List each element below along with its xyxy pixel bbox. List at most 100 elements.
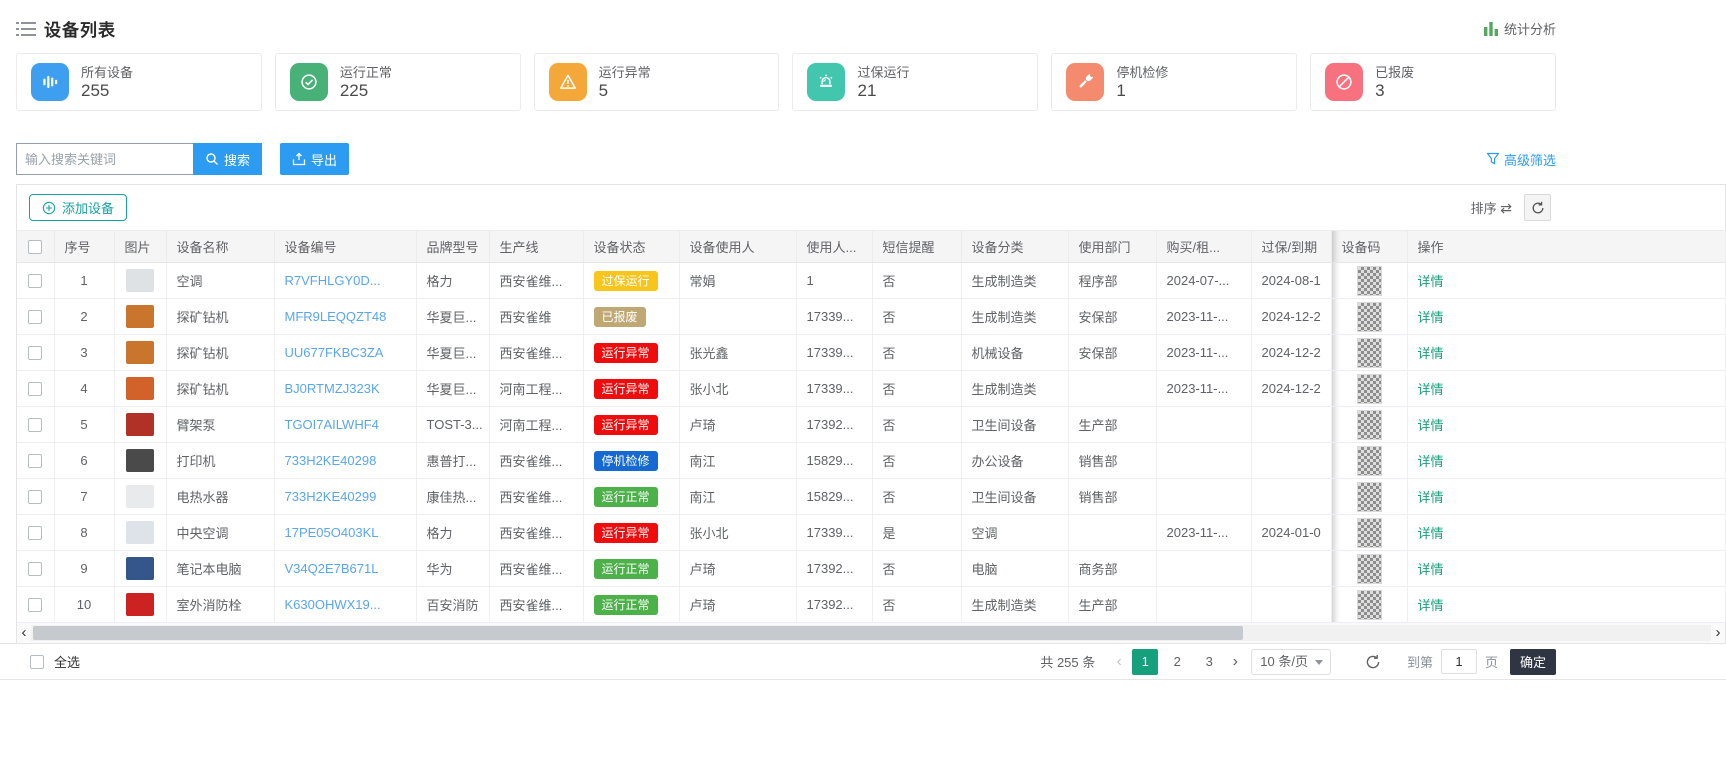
column-header: 设备编号 bbox=[274, 231, 416, 263]
row-checkbox[interactable] bbox=[28, 598, 42, 612]
using-department: 销售部 bbox=[1068, 479, 1156, 515]
purchase-date: 2023-11-... bbox=[1156, 299, 1251, 335]
export-button[interactable]: 导出 bbox=[280, 143, 349, 175]
equipment-thumbnail[interactable] bbox=[126, 449, 154, 472]
detail-link[interactable]: 详情 bbox=[1418, 310, 1444, 325]
detail-link[interactable]: 详情 bbox=[1418, 418, 1444, 433]
detail-link[interactable]: 详情 bbox=[1418, 490, 1444, 505]
equipment-thumbnail[interactable] bbox=[126, 269, 154, 292]
scroll-right-arrow[interactable]: › bbox=[1711, 624, 1725, 642]
device-qr-code[interactable] bbox=[1357, 446, 1382, 476]
equipment-code-link[interactable]: 17PE05O403KL bbox=[285, 525, 379, 540]
stat-card-maintenance[interactable]: 停机检修 1 bbox=[1051, 53, 1297, 111]
page-size-select[interactable]: 10 条/页 bbox=[1251, 649, 1331, 675]
equipment-code-link[interactable]: 733H2KE40299 bbox=[285, 489, 377, 504]
stat-card-all[interactable]: 所有设备 255 bbox=[16, 53, 262, 111]
detail-link[interactable]: 详情 bbox=[1418, 562, 1444, 577]
scroll-left-arrow[interactable]: ‹ bbox=[17, 624, 31, 642]
page-button-2[interactable]: 2 bbox=[1164, 649, 1190, 675]
equipment-thumbnail[interactable] bbox=[126, 557, 154, 580]
sort-label: 排序 bbox=[1471, 201, 1497, 216]
detail-link[interactable]: 详情 bbox=[1418, 598, 1444, 613]
stat-card-normal[interactable]: 运行正常 225 bbox=[275, 53, 521, 111]
equipment-code-link[interactable]: MFR9LEQQZT48 bbox=[285, 309, 387, 324]
row-checkbox[interactable] bbox=[28, 562, 42, 576]
row-checkbox[interactable] bbox=[28, 346, 42, 360]
detail-link[interactable]: 详情 bbox=[1418, 454, 1444, 469]
equipment-thumbnail[interactable] bbox=[126, 413, 154, 436]
equipment-thumbnail[interactable] bbox=[126, 341, 154, 364]
pager-refresh-button[interactable] bbox=[1365, 654, 1381, 670]
stat-card-warranty[interactable]: 过保运行 21 bbox=[792, 53, 1038, 111]
row-index: 8 bbox=[54, 515, 114, 551]
row-checkbox[interactable] bbox=[28, 526, 42, 540]
equipment-code-link[interactable]: TGOI7AILWHF4 bbox=[285, 417, 379, 432]
equipment-code-link[interactable]: UU677FKBC3ZA bbox=[285, 345, 384, 360]
stat-cards: 所有设备 255 运行正常 225 运行异常 5 过保运行 21 bbox=[16, 53, 1556, 111]
device-qr-code[interactable] bbox=[1357, 554, 1382, 584]
confirm-button[interactable]: 确定 bbox=[1510, 649, 1556, 675]
device-qr-code[interactable] bbox=[1357, 338, 1382, 368]
row-index: 6 bbox=[54, 443, 114, 479]
panel-toolbar: 添加设备 排序 ⇄ bbox=[17, 185, 1725, 230]
detail-link[interactable]: 详情 bbox=[1418, 526, 1444, 541]
equipment-code-link[interactable]: K630OHWX19... bbox=[285, 597, 381, 612]
stat-value: 225 bbox=[340, 81, 392, 100]
stat-card-abnormal[interactable]: 运行异常 5 bbox=[534, 53, 780, 111]
device-qr-code[interactable] bbox=[1357, 302, 1382, 332]
column-header: 使用部门 bbox=[1068, 231, 1156, 263]
device-qr-code[interactable] bbox=[1357, 266, 1382, 296]
device-qr-code[interactable] bbox=[1357, 374, 1382, 404]
select-all-checkbox[interactable] bbox=[30, 655, 44, 669]
stats-analysis-link[interactable]: 统计分析 bbox=[1484, 19, 1556, 38]
device-qr-code[interactable] bbox=[1357, 518, 1382, 548]
scrollbar-track[interactable] bbox=[31, 625, 1711, 641]
table-row: 7 电热水器 733H2KE40299 康佳热... 西安雀维... 运行正常 … bbox=[17, 479, 1725, 515]
goto-page-input[interactable] bbox=[1441, 649, 1477, 674]
detail-link[interactable]: 详情 bbox=[1418, 382, 1444, 397]
scrollbar-thumb[interactable] bbox=[33, 626, 1243, 640]
equipment-thumbnail[interactable] bbox=[126, 377, 154, 400]
column-header: 设备分类 bbox=[961, 231, 1068, 263]
equipment-thumbnail[interactable] bbox=[126, 485, 154, 508]
detail-link[interactable]: 详情 bbox=[1418, 274, 1444, 289]
advanced-filter-link[interactable]: 高级筛选 bbox=[1486, 150, 1556, 169]
table-refresh-button[interactable] bbox=[1524, 194, 1551, 221]
stat-value: 1 bbox=[1116, 81, 1168, 100]
add-equipment-button[interactable]: 添加设备 bbox=[29, 194, 127, 221]
device-qr-code[interactable] bbox=[1357, 410, 1382, 440]
row-checkbox[interactable] bbox=[28, 382, 42, 396]
sort-control[interactable]: 排序 ⇄ bbox=[1471, 198, 1512, 217]
stat-card-scrapped[interactable]: 已报废 3 bbox=[1310, 53, 1556, 111]
plus-circle-icon bbox=[42, 201, 56, 215]
next-page-arrow[interactable]: › bbox=[1225, 653, 1245, 671]
device-qr-code[interactable] bbox=[1357, 590, 1382, 620]
row-checkbox[interactable] bbox=[28, 490, 42, 504]
page-button-3[interactable]: 3 bbox=[1196, 649, 1222, 675]
equipment-code-link[interactable]: BJ0RTMZJ323K bbox=[285, 381, 380, 396]
status-badge: 运行异常 bbox=[594, 343, 658, 363]
row-index: 10 bbox=[54, 587, 114, 623]
equipment-thumbnail[interactable] bbox=[126, 593, 154, 616]
row-checkbox[interactable] bbox=[28, 418, 42, 432]
row-checkbox[interactable] bbox=[28, 310, 42, 324]
equipment-thumbnail[interactable] bbox=[126, 305, 154, 328]
equipment-code-link[interactable]: R7VFHLGY0D... bbox=[285, 273, 381, 288]
alarm-icon bbox=[807, 63, 845, 101]
equipment-code-link[interactable]: 733H2KE40298 bbox=[285, 453, 377, 468]
detail-link[interactable]: 详情 bbox=[1418, 346, 1444, 361]
row-checkbox[interactable] bbox=[28, 274, 42, 288]
using-department: 销售部 bbox=[1068, 443, 1156, 479]
select-all-header-checkbox[interactable] bbox=[28, 240, 42, 254]
equipment-thumbnail[interactable] bbox=[126, 521, 154, 544]
stat-value: 21 bbox=[857, 81, 909, 100]
equipment-code-link[interactable]: V34Q2E7B671L bbox=[285, 561, 379, 576]
row-checkbox[interactable] bbox=[28, 454, 42, 468]
page-button-1[interactable]: 1 bbox=[1132, 649, 1158, 675]
sms-reminder: 是 bbox=[872, 515, 961, 551]
device-qr-code[interactable] bbox=[1357, 482, 1382, 512]
search-button[interactable]: 搜索 bbox=[193, 143, 262, 175]
prev-page-arrow[interactable]: ‹ bbox=[1109, 653, 1129, 671]
search-input[interactable] bbox=[16, 143, 193, 175]
table-row: 6 打印机 733H2KE40298 惠普打... 西安雀维... 停机检修 南… bbox=[17, 443, 1725, 479]
